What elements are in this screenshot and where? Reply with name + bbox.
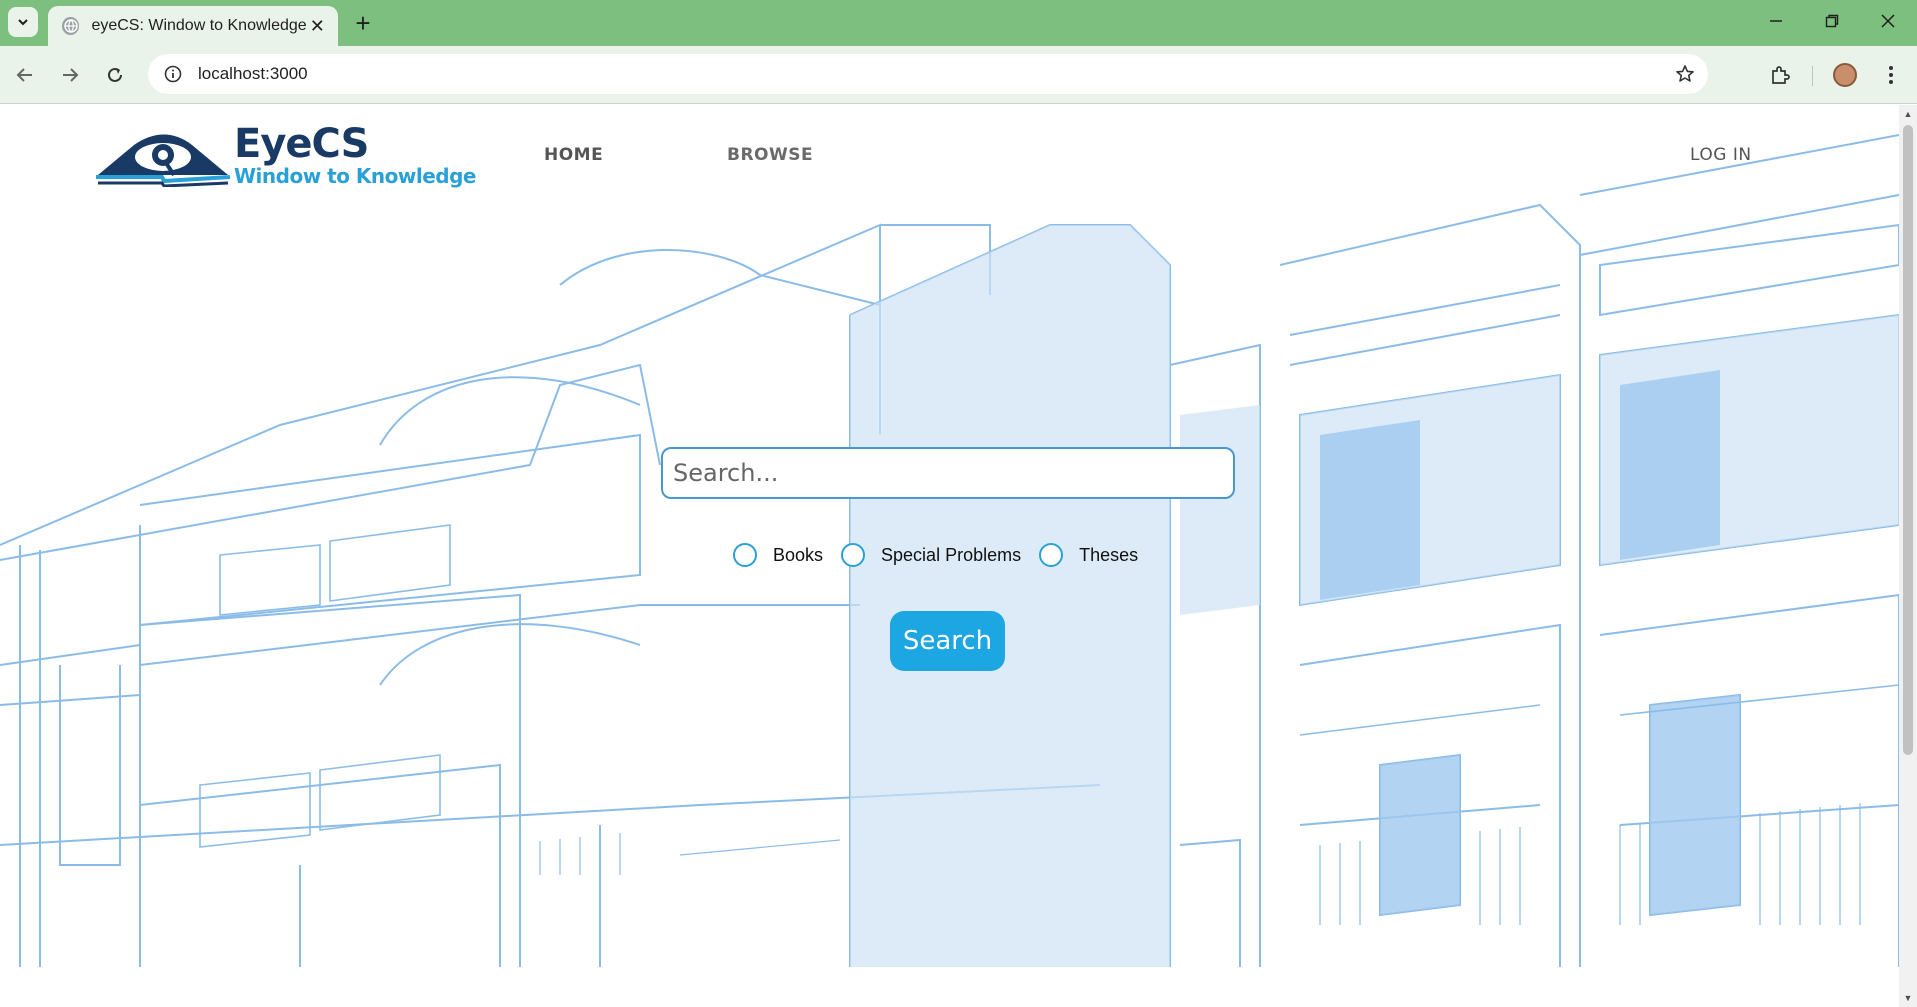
new-tab-button[interactable]: + (348, 8, 378, 38)
building-sketch-illustration (0, 134, 1899, 967)
radio-button[interactable] (733, 543, 757, 567)
page-viewport: EyeCS Window to Knowledge HOME BROWSE LO… (0, 105, 1899, 1007)
avatar (1833, 63, 1857, 87)
puzzle-icon[interactable] (1765, 60, 1795, 90)
kebab-menu-icon[interactable] (1876, 60, 1906, 90)
radio-label: Special Problems (881, 544, 1022, 565)
radio-option-special-problems[interactable]: Special Problems (841, 543, 1021, 567)
close-window-icon[interactable] (1868, 6, 1908, 36)
tab-title: eyeCS: Window to Knowledge (91, 17, 307, 34)
radio-label: Books (773, 544, 824, 565)
arrow-left-icon[interactable] (10, 60, 40, 90)
hero-background (0, 105, 1899, 967)
scrollbar-thumb[interactable] (1903, 125, 1913, 755)
browser-tab-strip: eyeCS: Window to Knowledge ✕ + (0, 0, 1917, 46)
scroll-up-icon[interactable]: ▲ (1903, 109, 1913, 119)
browser-toolbar: localhost:3000 (0, 46, 1917, 104)
nav-home[interactable]: HOME (544, 145, 603, 165)
reload-icon[interactable] (100, 60, 130, 90)
restore-icon[interactable] (1812, 6, 1852, 36)
logo-subtitle: Window to Knowledge (234, 164, 476, 188)
radio-button[interactable] (841, 543, 866, 567)
radio-option-books[interactable]: Books (733, 543, 823, 567)
logo-title: EyeCS (234, 121, 369, 167)
address-bar[interactable]: localhost:3000 (148, 54, 1708, 94)
toolbar-divider (1812, 66, 1813, 86)
info-icon[interactable] (162, 63, 184, 85)
radio-option-theses[interactable]: Theses (1039, 543, 1138, 567)
nav-login[interactable]: LOG IN (1690, 145, 1752, 165)
url-text[interactable]: localhost:3000 (198, 64, 1670, 84)
radio-button[interactable] (1039, 543, 1064, 567)
globe-icon (62, 17, 80, 35)
search-type-options: Books Special Problems Theses (733, 543, 1156, 567)
chevron-down-icon (18, 19, 28, 26)
profile-avatar[interactable] (1830, 60, 1860, 90)
tab-search-button[interactable] (8, 7, 38, 37)
radio-label: Theses (1079, 544, 1139, 565)
search-button[interactable]: Search (890, 611, 1005, 671)
search-input[interactable] (661, 447, 1235, 499)
page-scrollbar[interactable]: ▲ ▼ (1899, 105, 1917, 1007)
nav-browse[interactable]: BROWSE (727, 145, 813, 165)
tab-close-icon[interactable]: ✕ (307, 15, 328, 37)
minimize-icon[interactable] (1756, 6, 1796, 36)
site-logo[interactable]: EyeCS Window to Knowledge (94, 123, 476, 187)
star-icon[interactable] (1670, 59, 1700, 89)
scroll-down-icon[interactable]: ▼ (1903, 993, 1913, 1003)
browser-tab[interactable]: eyeCS: Window to Knowledge ✕ (48, 6, 338, 46)
eye-book-logo-icon (96, 134, 231, 187)
arrow-right-icon[interactable] (55, 60, 85, 90)
